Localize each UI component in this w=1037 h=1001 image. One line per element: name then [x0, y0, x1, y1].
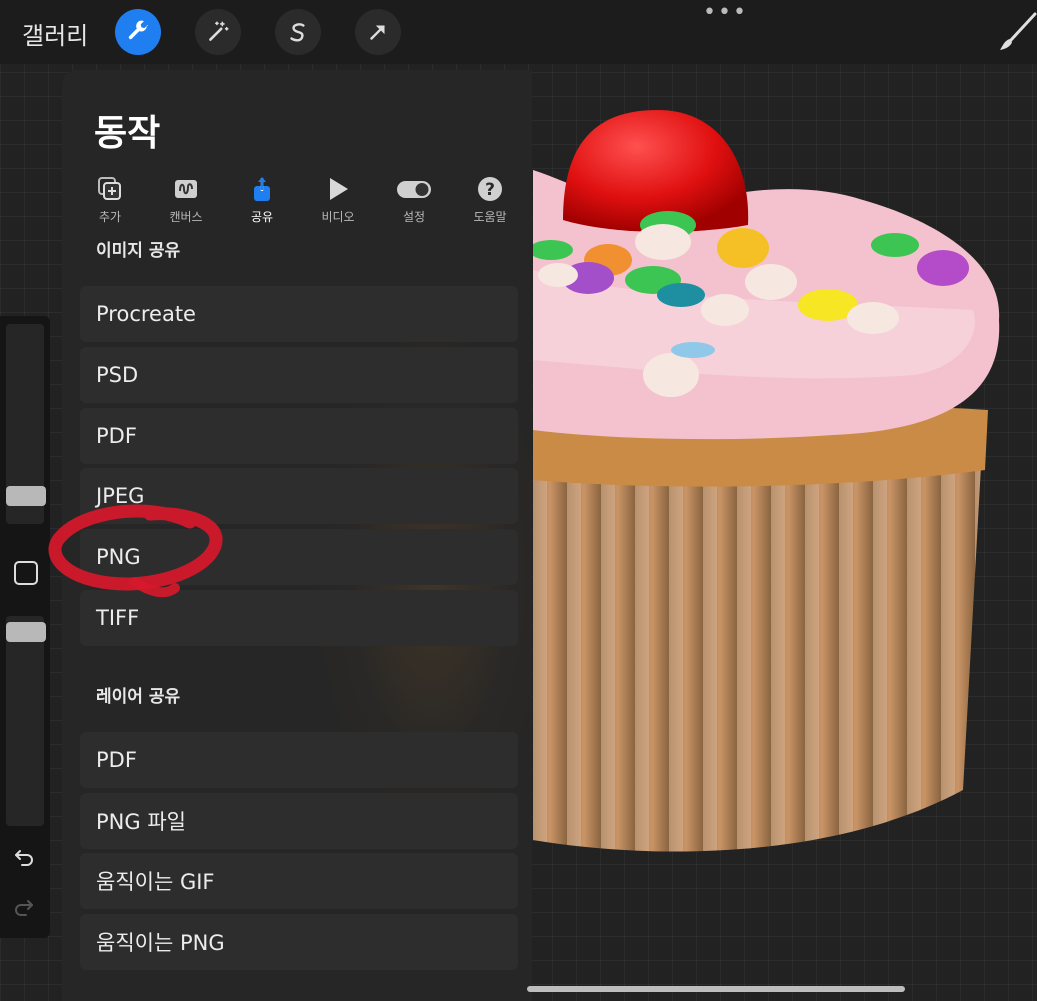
cupcake-artwork	[533, 110, 1000, 852]
tab-label: 비디오	[321, 210, 355, 224]
tab-video[interactable]: 비디오	[300, 174, 376, 225]
menu-item-label: Procreate	[96, 302, 196, 326]
red-annotation-circle	[48, 504, 223, 598]
svg-text:?: ?	[485, 180, 495, 200]
opacity-handle[interactable]	[6, 622, 46, 642]
share-pdf[interactable]: PDF	[80, 408, 518, 464]
layer-share-pdf[interactable]: PDF	[80, 732, 518, 788]
panel-title: 동작	[94, 113, 161, 154]
tab-canvas[interactable]: 캔버스	[148, 174, 224, 225]
tab-label: 설정	[402, 210, 426, 224]
wrench-icon[interactable]	[115, 9, 161, 55]
brush-icon[interactable]	[995, 12, 1037, 54]
more-menu-icon[interactable]: •••	[703, 0, 748, 25]
selection-icon[interactable]	[275, 9, 321, 55]
help-icon: ?	[478, 177, 502, 201]
tab-help[interactable]: ? 도움말	[452, 174, 528, 225]
tab-share[interactable]: 공유	[224, 174, 300, 225]
menu-item-label: 움직이는 GIF	[96, 870, 215, 894]
menu-item-label: 움직이는 PNG	[96, 931, 225, 955]
layer-share-png-files[interactable]: PNG 파일	[80, 793, 518, 849]
home-indicator	[527, 986, 905, 992]
tab-add[interactable]: 추가	[72, 174, 148, 225]
tab-label: 도움말	[473, 210, 507, 224]
layer-share-animated-gif[interactable]: 움직이는 GIF	[80, 853, 518, 909]
menu-item-label: PDF	[96, 424, 137, 448]
menu-item-label: PDF	[96, 748, 137, 772]
image-share-title: 이미지 공유	[96, 241, 181, 261]
top-toolbar: 갤러리 •••	[0, 0, 1037, 64]
play-icon	[330, 178, 348, 200]
layer-share-animated-png[interactable]: 움직이는 PNG	[80, 914, 518, 970]
add-icon	[98, 177, 121, 200]
toggle-icon	[397, 181, 431, 198]
opacity-slider[interactable]	[6, 616, 44, 826]
tab-settings[interactable]: 설정	[376, 174, 452, 225]
redo-icon[interactable]	[12, 894, 36, 918]
actions-tabs: 추가 캔버스 공유 비디오 설정 ? 도움말	[76, 174, 526, 230]
layer-share-title: 레이어 공유	[96, 687, 181, 707]
share-icon	[254, 177, 270, 201]
brush-sidebar	[0, 316, 50, 938]
modify-button[interactable]	[14, 561, 38, 585]
tab-label: 추가	[98, 210, 122, 224]
gallery-button[interactable]: 갤러리	[22, 16, 88, 51]
share-procreate[interactable]: Procreate	[80, 286, 518, 342]
menu-item-label: PSD	[96, 363, 139, 387]
undo-icon[interactable]	[12, 844, 36, 868]
tab-label: 공유	[250, 210, 274, 224]
menu-item-label: PNG 파일	[96, 810, 186, 834]
transform-arrow-icon[interactable]	[355, 9, 401, 55]
magic-wand-icon[interactable]	[195, 9, 241, 55]
tab-label: 캔버스	[169, 210, 203, 224]
canvas-icon	[175, 180, 197, 198]
share-psd[interactable]: PSD	[80, 347, 518, 403]
